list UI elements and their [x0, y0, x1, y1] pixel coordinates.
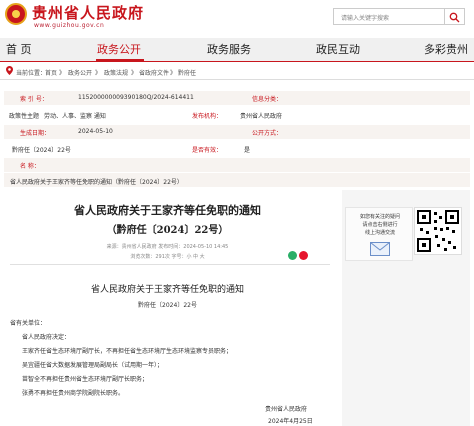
breadcrumb-sep: 》	[59, 70, 66, 77]
document-title: 省人民政府关于王家齐等任免职的通知	[90, 285, 244, 295]
meta-key: 索 引 号：	[20, 96, 48, 103]
weibo-share-icon[interactable]	[299, 251, 308, 260]
meta-row: 名 称：	[4, 158, 470, 172]
document-number: 黔府任〔2024〕22号	[138, 302, 197, 309]
site-header: 贵州省人民政府 www.guizhou.gov.cn 请输入关键字搜索	[0, 0, 474, 38]
document-name-value: 省人民政府关于王家齐等任免职的通知（黔府任〔2024〕22号）	[4, 173, 470, 187]
meta-key: 名 称：	[20, 163, 40, 170]
signature-date: 2024年4月25日	[268, 418, 313, 425]
divider	[10, 264, 330, 265]
search-input[interactable]: 请输入关键字搜索	[333, 8, 445, 25]
paragraph: 苗智全不再担任贵州省生态环境厅副厅长职务；	[22, 376, 149, 383]
article-source-date: 来源：贵州省人民政府 发布时间：2024-05-10 14:45	[106, 244, 229, 250]
breadcrumb-policy[interactable]: 政策法规	[104, 68, 128, 77]
main-nav: 首 页 政务公开 政务服务 政民互动 多彩贵州	[0, 38, 474, 62]
breadcrumb-prov-docs[interactable]: 省政府文件	[139, 68, 169, 77]
breadcrumb-home[interactable]: 首页	[45, 68, 57, 77]
article-views-fontsize[interactable]: 浏览次数：291次 字号：小 中 大	[0, 253, 335, 260]
paragraph: 张勇不再担任贵州商学院副院长职务。	[22, 390, 125, 397]
paragraph: 吴宜疆任省大数据发展管理局副局长（试用期一年）；	[22, 362, 164, 369]
emblem-icon[interactable]	[5, 3, 27, 25]
meta-row: 索 引 号： 115200000009390180Q/2024-614411 信…	[4, 91, 470, 105]
paragraph: 王家齐任省生态环境厅副厅长，不再担任省生态环境厅生态环境监察专员职务；	[22, 348, 233, 355]
meta-value: 黔府任〔2024〕22号	[12, 147, 71, 154]
paragraph: 省人民政府决定：	[22, 334, 71, 341]
site-title[interactable]: 贵州省人民政府	[32, 2, 144, 23]
breadcrumb-current[interactable]: 黔府任	[178, 68, 196, 77]
breadcrumb-sep: 》	[170, 70, 177, 77]
meta-value: 是	[244, 147, 251, 154]
inquiry-banner-text: 如您有关注的疑问 请点击右侧进行 线上沟通交流	[359, 214, 400, 236]
meta-value: 贵州省人民政府	[240, 113, 283, 120]
recipient: 省有关单位：	[10, 320, 47, 327]
meta-row: 政策性主题 劳动、人事、监察 通知 发布机构： 贵州省人民政府	[4, 108, 470, 122]
wechat-share-icon[interactable]	[288, 251, 297, 260]
nav-interaction[interactable]: 政民互动	[316, 41, 360, 57]
inquiry-banner[interactable]: 如您有关注的疑问 请点击右侧进行 线上沟通交流	[345, 207, 413, 261]
meta-key: 政策性主题	[9, 113, 40, 120]
location-icon	[6, 66, 13, 75]
breadcrumb: 当前位置： 首页 》 政务公开 》 政策法规 》 省政府文件 》 黔府任	[0, 62, 474, 80]
search-icon	[449, 12, 460, 23]
meta-key: 是否有效：	[192, 147, 223, 154]
signature: 贵州省人民政府	[265, 406, 308, 413]
article-subtitle: （黔府任〔2024〕22号）	[106, 225, 229, 236]
qr-code-icon	[414, 207, 462, 255]
nav-gov-services[interactable]: 政务服务	[207, 41, 251, 57]
meta-value: 2024-05-10	[78, 128, 113, 135]
meta-row: 黔府任〔2024〕22号 是否有效： 是	[4, 142, 470, 156]
meta-value: 115200000009390180Q/2024-614411	[78, 94, 194, 101]
meta-key: 生成日期：	[20, 130, 51, 137]
meta-key: 信息分类：	[252, 96, 283, 103]
meta-key: 公开方式：	[252, 130, 283, 137]
breadcrumb-prefix: 当前位置：	[16, 70, 47, 77]
nav-gov-affairs-open[interactable]: 政务公开	[97, 41, 141, 57]
meta-row: 生成日期： 2024-05-10 公开方式：	[4, 125, 470, 139]
breadcrumb-sep: 》	[95, 70, 102, 77]
envelope-icon	[370, 242, 390, 256]
breadcrumb-sep: 》	[131, 70, 138, 77]
breadcrumb-gov-open[interactable]: 政务公开	[68, 68, 92, 77]
meta-value: 劳动、人事、监察 通知	[44, 113, 106, 120]
nav-colorful-guizhou[interactable]: 多彩贵州	[424, 41, 468, 57]
nav-home[interactable]: 首 页	[6, 41, 32, 57]
article-title: 省人民政府关于王家齐等任免职的通知	[74, 204, 261, 217]
meta-key: 发布机构：	[192, 113, 223, 120]
search-button[interactable]	[445, 8, 465, 25]
site-url: www.guizhou.gov.cn	[34, 22, 105, 29]
